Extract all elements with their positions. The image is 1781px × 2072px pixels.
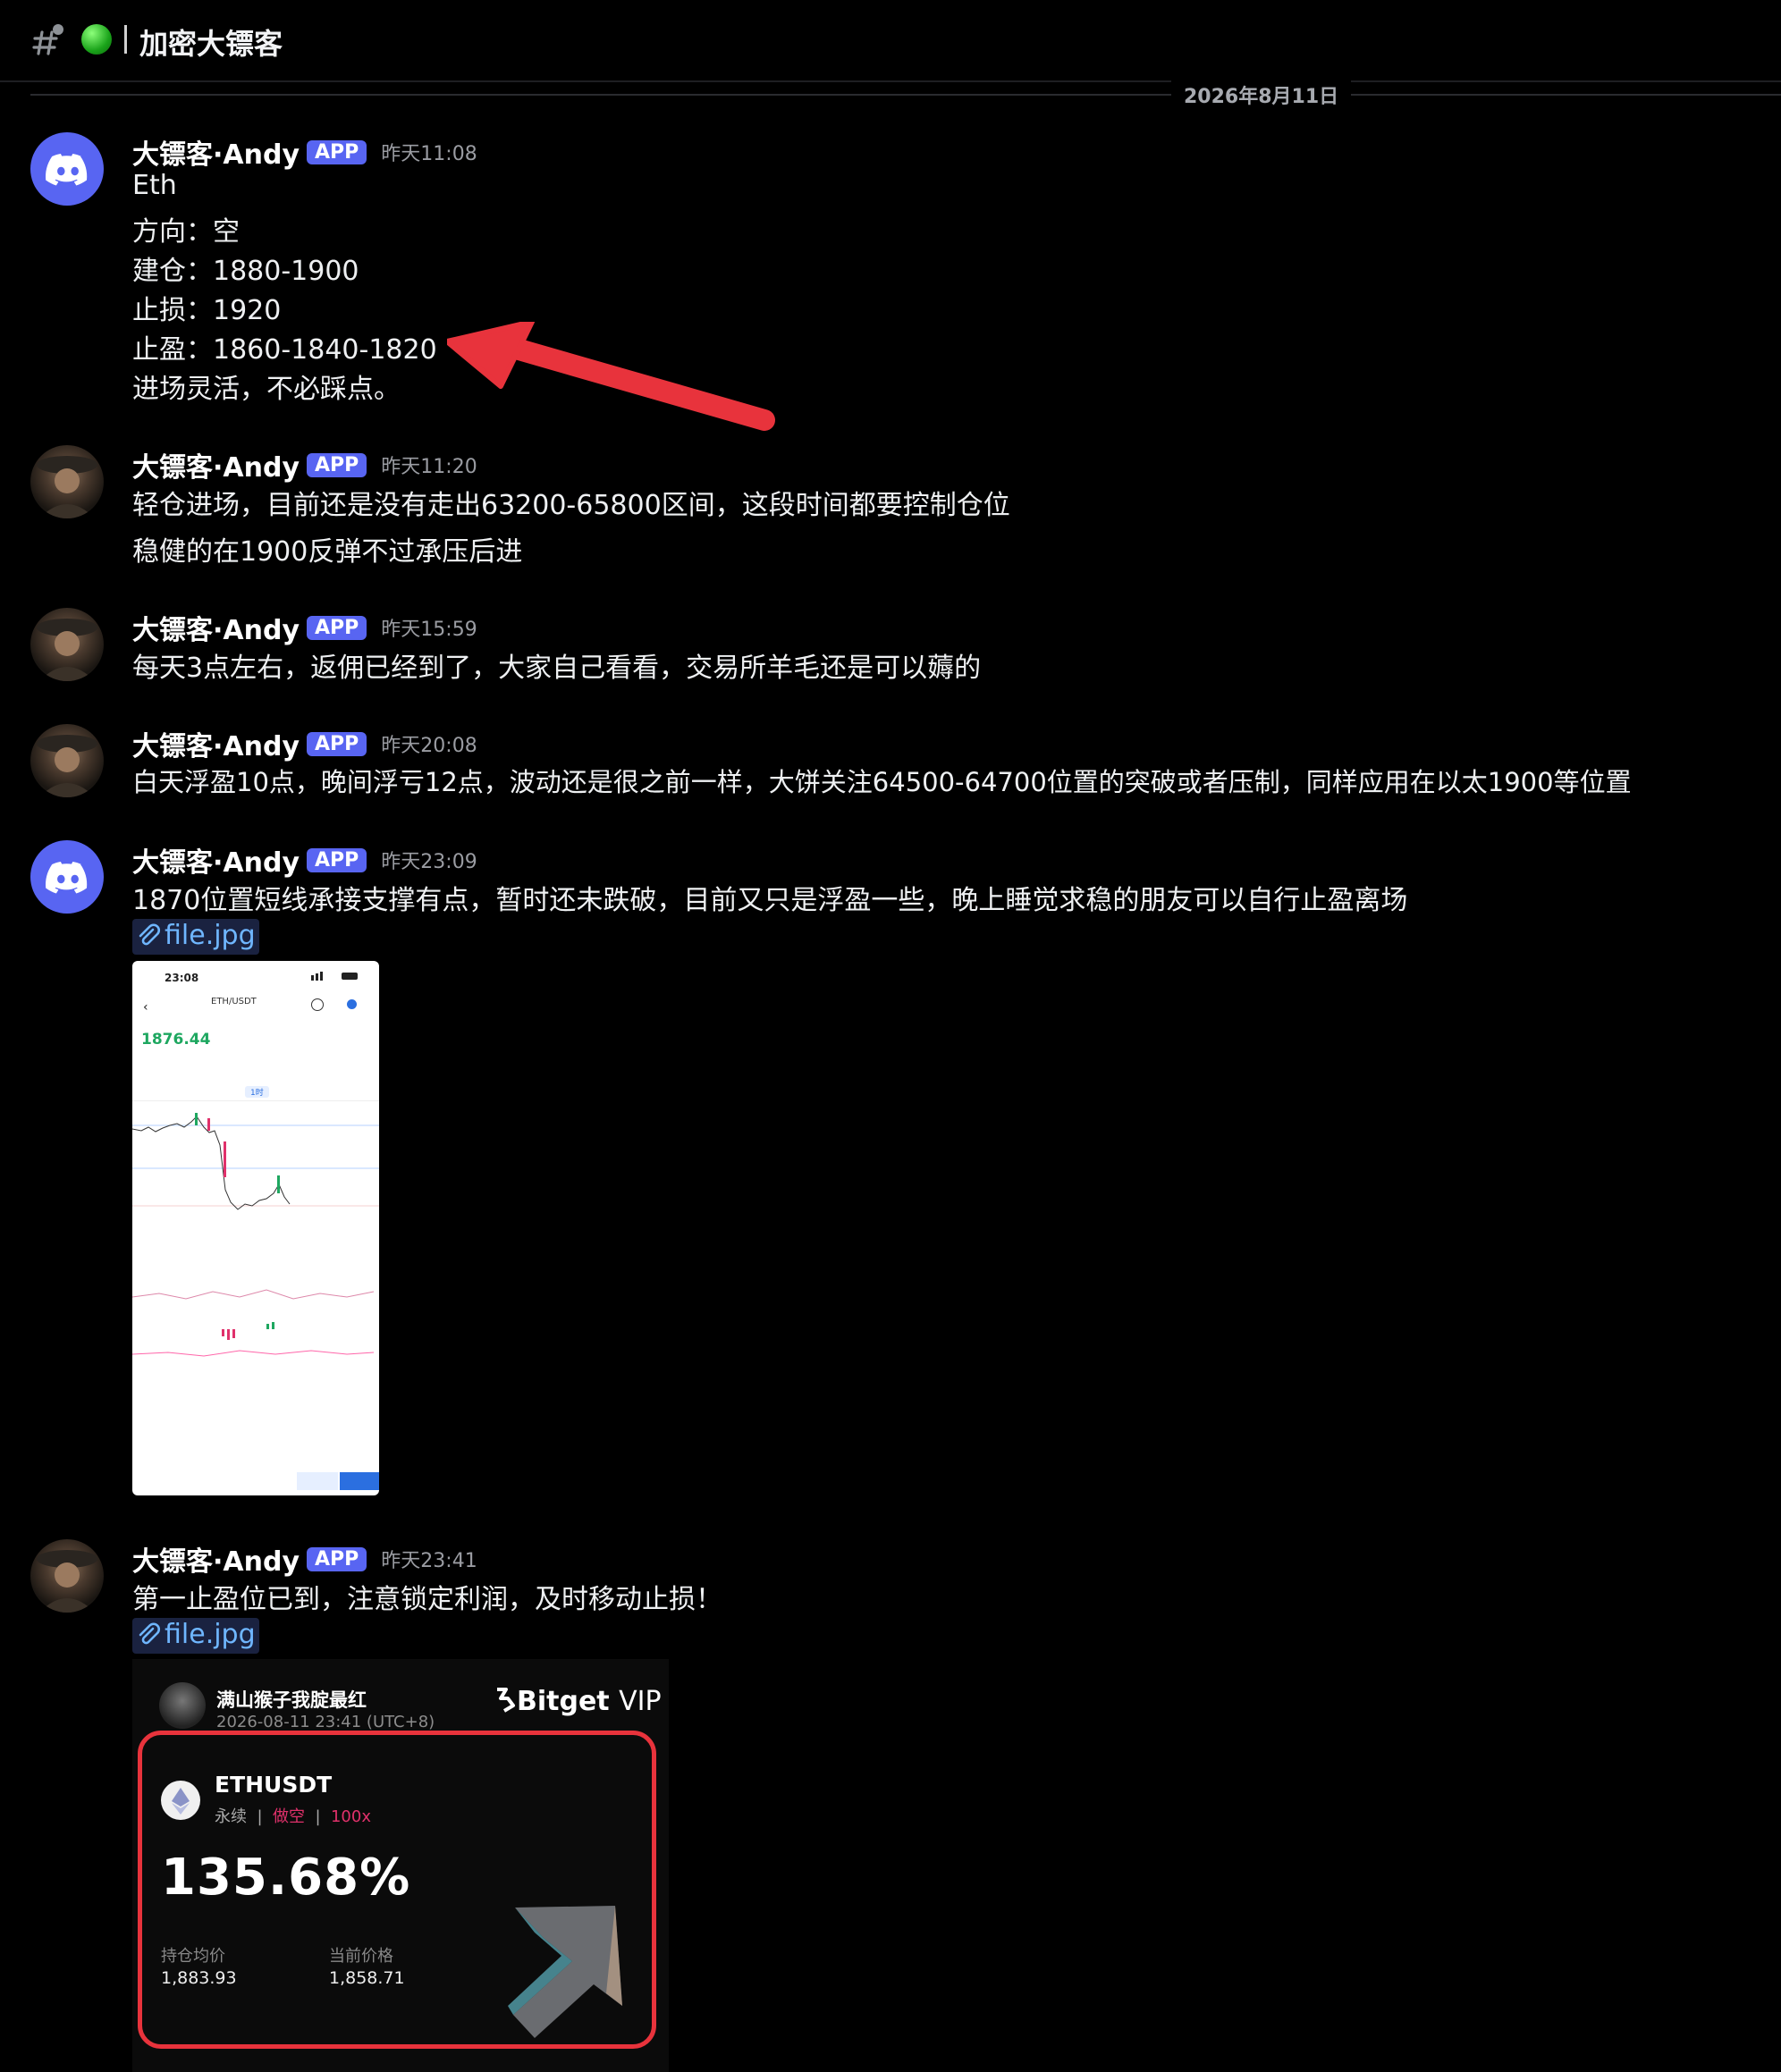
avatar-photo-icon xyxy=(37,456,97,518)
username[interactable]: 大镖客·Andy xyxy=(132,847,300,879)
avatar[interactable] xyxy=(30,1539,104,1613)
bitget-brand-name: Bitget xyxy=(517,1686,610,1717)
pnl-percent: 135.68% xyxy=(161,1849,411,1907)
avg-price-value: 1,883.93 xyxy=(161,1968,237,1988)
back-icon: ‹ xyxy=(143,1000,148,1015)
message-line: 每天3点左右，返佣已经到了，大家自己看看，交易所羊毛还是可以薅的 xyxy=(132,653,982,684)
date-divider-label: 2026年8月11日 xyxy=(1171,80,1352,109)
message-line: 稳健的在1900反弹不过承压后进 xyxy=(132,536,523,568)
card-username: 满山猴子我腚最红 xyxy=(216,1689,367,1711)
attachment-filename[interactable]: file.jpg xyxy=(165,1619,256,1650)
phone-status-icons xyxy=(311,972,361,981)
tag-separator: | xyxy=(315,1807,321,1826)
avatar[interactable] xyxy=(30,608,104,681)
username[interactable]: 大镖客·Andy xyxy=(132,1546,300,1578)
tag-separator: | xyxy=(257,1807,263,1826)
channel-header: 加密大镖客 xyxy=(0,0,1781,82)
current-price-label: 当前价格 xyxy=(329,1947,393,1966)
date-divider-line xyxy=(30,94,1781,96)
channel-title[interactable]: 加密大镖客 xyxy=(139,21,283,63)
avatar-photo-icon xyxy=(37,735,97,797)
paperclip-icon xyxy=(139,1622,160,1644)
app-badge: APP xyxy=(307,1546,367,1571)
sell-button xyxy=(340,1472,379,1490)
avatar[interactable] xyxy=(30,445,104,518)
avatar[interactable] xyxy=(30,840,104,914)
contract-type: 永续 xyxy=(215,1807,247,1826)
message-line: 1870位置短线承接支撑有点，暂时还未跌破，目前又只是浮盈一些，晚上睡觉求稳的朋… xyxy=(132,885,1408,916)
rising-arrow-graphic-icon xyxy=(508,1906,622,2038)
bitget-vip-label: VIP xyxy=(619,1686,662,1717)
search-icon xyxy=(311,998,324,1011)
timestamp[interactable]: 昨天11:20 xyxy=(381,456,477,478)
share-icon xyxy=(347,999,357,1009)
card-pair: ETHUSDT xyxy=(215,1772,333,1798)
status-dot-icon xyxy=(81,24,112,55)
message-header: 大镖客·Andy APP 昨天20:08 xyxy=(132,724,477,762)
phone-pair: ETH/USDT xyxy=(211,997,257,1007)
message-header: 大镖客·Andy APP 昨天15:59 xyxy=(132,608,477,646)
leverage: 100x xyxy=(330,1807,371,1826)
attachment-link[interactable]: file.jpg xyxy=(132,1618,259,1654)
indicator-panels xyxy=(132,1289,375,1357)
position-side: 做空 xyxy=(272,1807,305,1826)
attachment-link[interactable]: file.jpg xyxy=(132,919,259,955)
avatar-photo-icon xyxy=(37,619,97,681)
bitget-mark-icon xyxy=(497,1688,515,1713)
card-tags: 永续 | 做空 | 100x xyxy=(215,1804,371,1827)
period-tab-1h: 1时 xyxy=(245,1086,269,1098)
avatar[interactable] xyxy=(30,132,104,206)
message-line: 方向：空 xyxy=(132,216,240,248)
app-badge: APP xyxy=(307,139,367,164)
message-header: 大镖客·Andy APP 昨天23:09 xyxy=(132,840,477,879)
paperclip-icon xyxy=(139,923,160,945)
card-user-avatar xyxy=(159,1682,206,1729)
message-line: 白天浮盈10点，晚间浮亏12点，波动还是很之前一样，大饼关注64500-6470… xyxy=(132,767,1632,797)
username[interactable]: 大镖客·Andy xyxy=(132,615,300,646)
message-header: 大镖客·Andy APP 昨天11:08 xyxy=(132,132,477,171)
discord-logo-icon xyxy=(46,154,88,186)
message-line: 轻仓进场，目前还是没有走出63200-65800区间，这段时间都要控制仓位 xyxy=(132,490,1010,521)
discord-logo-icon xyxy=(46,862,88,894)
pnl-card-image[interactable]: 满山猴子我腚最红 2026-08-11 23:41 (UTC+8) Bitget… xyxy=(132,1659,669,2072)
channel-hash-icon xyxy=(32,24,63,55)
buy-button xyxy=(297,1472,338,1490)
attachment-filename[interactable]: file.jpg xyxy=(165,920,256,951)
avatar-photo-icon xyxy=(37,1550,97,1613)
username[interactable]: 大镖客·Andy xyxy=(132,452,300,484)
current-price-value: 1,858.71 xyxy=(329,1968,405,1988)
message-line: 建仓：1880-1900 xyxy=(132,256,359,287)
app-badge: APP xyxy=(307,847,367,872)
timestamp[interactable]: 昨天11:08 xyxy=(381,143,477,165)
app-badge: APP xyxy=(307,731,367,756)
timestamp[interactable]: 昨天23:09 xyxy=(381,851,477,873)
message-line: 进场灵活，不必踩点。 xyxy=(132,374,401,405)
timestamp[interactable]: 昨天23:41 xyxy=(381,1550,477,1572)
phone-clock: 23:08 xyxy=(165,972,199,984)
timestamp[interactable]: 昨天15:59 xyxy=(381,619,477,641)
message-header: 大镖客·Andy APP 昨天11:20 xyxy=(132,445,477,484)
card-timestamp: 2026-08-11 23:41 (UTC+8) xyxy=(216,1713,435,1731)
avatar[interactable] xyxy=(30,724,104,797)
message-line: 止损：1920 xyxy=(132,295,282,326)
app-badge: APP xyxy=(307,615,367,640)
timestamp[interactable]: 昨天20:08 xyxy=(381,735,477,757)
eth-coin-icon xyxy=(161,1781,200,1820)
avg-price-label: 持仓均价 xyxy=(161,1947,225,1966)
message-line: 第一止盈位已到，注意锁定利润，及时移动止损！ xyxy=(132,1584,722,1615)
message-header: 大镖客·Andy APP 昨天23:41 xyxy=(132,1539,477,1578)
red-arrow-annotation xyxy=(447,322,775,431)
message-line: 止盈：1860-1840-1820 xyxy=(132,334,437,366)
username[interactable]: 大镖客·Andy xyxy=(132,731,300,762)
bitget-logo: Bitget VIP xyxy=(494,1686,662,1717)
message-line: Eth xyxy=(132,170,177,201)
chart-screenshot-image[interactable]: 23:08 ‹ ETH/USDT 1876.44 1时 xyxy=(132,961,379,1495)
username[interactable]: 大镖客·Andy xyxy=(132,139,300,171)
app-badge: APP xyxy=(307,452,367,477)
candlestick-chart xyxy=(132,1113,379,1210)
header-divider xyxy=(124,25,127,54)
phone-price: 1876.44 xyxy=(141,1031,211,1049)
